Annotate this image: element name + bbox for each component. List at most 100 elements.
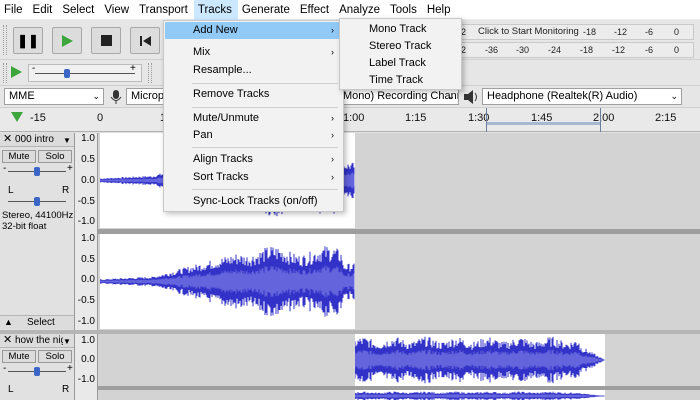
menu-separator (192, 107, 338, 108)
recording-channels-select[interactable]: Mono) Recording Channe ⌄ (342, 88, 459, 105)
menu-item-time-track[interactable]: Time Track (341, 72, 460, 89)
chevron-down-icon: ⌄ (670, 91, 678, 101)
track-name[interactable]: how the nigh (15, 334, 63, 347)
scale-label: 0.5 (81, 254, 95, 265)
menu-edit[interactable]: Edit (29, 0, 59, 20)
recording-device-select[interactable]: Microph (126, 88, 166, 105)
track-select-bar[interactable]: ▲ Select (0, 315, 74, 329)
audio-host-select[interactable]: MME ⌄ (4, 88, 104, 105)
track-menu-icon[interactable]: ▼ (63, 335, 71, 348)
menu-file[interactable]: File (0, 0, 29, 20)
menu-item-mono-track[interactable]: Mono Track (341, 21, 460, 38)
toolbar-grip[interactable] (148, 63, 152, 83)
menu-separator (192, 83, 338, 84)
track-title-bar[interactable]: ✕ 000 intro ▼ (0, 133, 74, 147)
play-at-speed-icon[interactable] (9, 65, 23, 79)
pause-icon: ❚❚ (17, 32, 39, 48)
mute-button[interactable]: Mute (2, 150, 36, 163)
scale-label: 0.0 (81, 175, 95, 186)
play-button[interactable] (52, 27, 82, 54)
menu-item-pan[interactable]: Pan › (165, 127, 342, 144)
menu-generate[interactable]: Generate (238, 0, 296, 20)
scale-label: 1.0 (81, 335, 95, 346)
gain-slider-thumb[interactable] (34, 367, 40, 376)
close-track-icon[interactable]: ✕ (3, 133, 12, 146)
menu-select[interactable]: Select (58, 0, 100, 20)
menu-view[interactable]: View (100, 0, 135, 20)
menu-item-resample[interactable]: Resample... (165, 62, 342, 79)
menu-item-align-tracks[interactable]: Align Tracks › (165, 151, 342, 168)
collapse-track-icon[interactable]: ▲ (4, 317, 13, 327)
pin-head-icon[interactable] (10, 111, 24, 123)
menu-help[interactable]: Help (423, 0, 457, 20)
menu-analyze[interactable]: Analyze (335, 0, 386, 20)
chevron-right-icon: › (331, 25, 334, 35)
close-track-icon[interactable]: ✕ (3, 334, 12, 347)
menu-effect[interactable]: Effect (296, 0, 335, 20)
audio-host-value: MME (9, 90, 35, 102)
track-menu-icon[interactable]: ▼ (63, 134, 71, 147)
menu-separator (192, 147, 338, 148)
speed-slider-thumb[interactable] (64, 69, 70, 78)
pan-slider-thumb[interactable] (34, 197, 40, 206)
toolbar-grip[interactable] (3, 63, 7, 83)
timeline-ruler[interactable]: -15 0 1 1:00 1:15 1:30 1:45 2:00 2:15 (0, 108, 700, 132)
add-new-submenu: Mono Track Stereo Track Label Track Time… (339, 18, 462, 90)
pan-left-label: L (8, 185, 14, 196)
scale-label: -1.0 (77, 374, 95, 385)
playback-device-select[interactable]: Headphone (Realtek(R) Audio) ⌄ (482, 88, 682, 105)
solo-button[interactable]: Solo (38, 350, 72, 363)
gain-slider-thumb[interactable] (34, 167, 40, 176)
menu-item-mix[interactable]: Mix › (165, 44, 342, 61)
audio-clip[interactable] (355, 334, 605, 386)
meter-tick: -30 (516, 45, 530, 55)
menu-tracks[interactable]: Tracks (193, 0, 238, 20)
menu-transport[interactable]: Transport (135, 0, 194, 20)
scale-label: 1.0 (81, 133, 95, 144)
scale-label: 0.0 (81, 354, 95, 365)
stop-icon (100, 35, 112, 46)
meter-tick: -12 (612, 45, 626, 55)
mute-button[interactable]: Mute (2, 350, 36, 363)
audio-clip[interactable] (355, 390, 605, 400)
menu-item-sort-tracks[interactable]: Sort Tracks › (165, 169, 342, 186)
ruler-tick: -15 (30, 112, 46, 124)
meter-tick: 0 (674, 45, 680, 55)
menu-item-mute-unmute[interactable]: Mute/Unmute › (165, 110, 342, 127)
track-name[interactable]: 000 intro (15, 133, 54, 146)
menu-item-remove-tracks[interactable]: Remove Tracks (165, 86, 342, 103)
track-control-panel: ✕ how the nigh ▼ Mute Solo -+ L R (0, 334, 75, 400)
toolbar-grip[interactable] (3, 25, 7, 55)
recording-device-value: Microph (131, 90, 166, 102)
scale-label: -1.0 (77, 216, 95, 227)
pan-right-label: R (62, 384, 70, 395)
chevron-down-icon: ⌄ (447, 91, 455, 101)
track-waveform-area[interactable] (98, 334, 700, 400)
menu-item-stereo-track[interactable]: Stereo Track (341, 38, 460, 55)
menu-item-add-new[interactable]: Add New › (165, 22, 342, 39)
speed-slider[interactable]: - + (28, 63, 142, 82)
solo-button[interactable]: Solo (38, 150, 72, 163)
pause-button[interactable]: ❚❚ (13, 27, 43, 54)
select-track-button[interactable]: Select (27, 317, 55, 328)
scale-label: -0.5 (77, 295, 95, 306)
pan-left-label: L (8, 384, 14, 395)
record-monitor-hint[interactable]: Click to Start Monitoring (478, 26, 579, 37)
track-sample-format: 32-bit float (2, 221, 47, 232)
scale-label: -0.5 (77, 196, 95, 207)
menu-item-label-track[interactable]: Label Track (341, 55, 460, 72)
chevron-right-icon: › (331, 113, 334, 123)
meter-tick: -18 (583, 27, 597, 37)
menu-tools[interactable]: Tools (386, 0, 423, 20)
skip-start-button[interactable] (130, 27, 160, 54)
stop-button[interactable] (91, 27, 121, 54)
track-vertical-ruler: 1.0 0.0 -1.0 (75, 334, 98, 400)
track-title-bar[interactable]: ✕ how the nigh ▼ (0, 334, 74, 348)
menu-separator (192, 189, 338, 190)
selection-end-marker[interactable] (600, 108, 601, 132)
audio-clip-right-channel[interactable] (100, 234, 355, 329)
ruler-tick: 2:15 (655, 112, 677, 124)
menu-item-sync-lock[interactable]: Sync-Lock Tracks (on/off) (165, 193, 342, 210)
selection-start-marker[interactable] (486, 108, 487, 132)
waveform (355, 391, 605, 400)
